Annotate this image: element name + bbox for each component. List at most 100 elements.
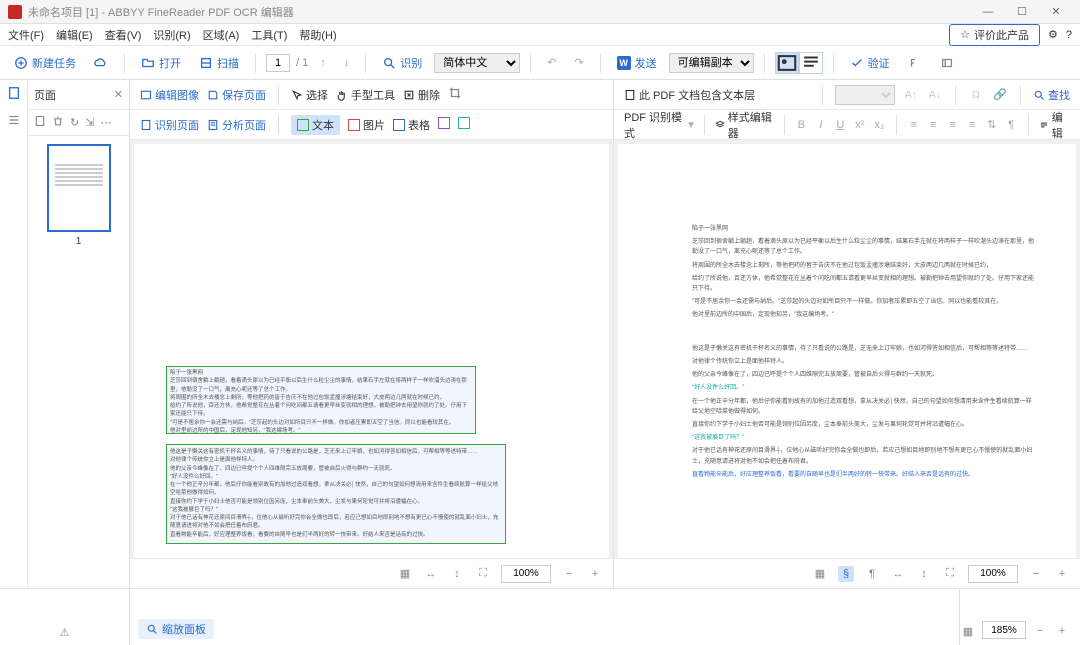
pdf-mode-label[interactable]: PDF 识别模式 [624, 109, 682, 141]
omega-icon[interactable]: Ω [968, 87, 984, 103]
section-icon[interactable]: § [838, 566, 854, 582]
page-number-input[interactable] [266, 54, 290, 72]
font-up-icon[interactable]: A↑ [903, 87, 919, 103]
thumb-page-1[interactable] [47, 144, 111, 232]
fit-height-icon-r[interactable]: ↕ [916, 566, 932, 582]
list-icon[interactable] [7, 113, 21, 130]
menu-view[interactable]: 查看(V) [105, 27, 142, 43]
pilcrow-icon[interactable]: ¶ [1004, 117, 1018, 133]
page-down-icon[interactable]: ↓ [338, 54, 356, 72]
align-center-icon[interactable]: ≡ [926, 117, 940, 133]
style-editor-button[interactable]: 样式编辑器 [715, 109, 774, 141]
analyze-page-button[interactable]: 分析页面 [207, 117, 266, 133]
help-icon[interactable]: ? [1066, 29, 1072, 41]
font-down-icon[interactable]: A↓ [927, 87, 943, 103]
scan-button[interactable]: 扫描 [193, 52, 245, 74]
purple-box-icon[interactable] [438, 117, 450, 132]
edit-button[interactable]: 编辑 [1039, 109, 1070, 141]
new-task-button[interactable]: 新建任务 [8, 52, 82, 74]
export-icon[interactable]: ⇲ [85, 116, 94, 129]
recognize-button[interactable]: 识别 [376, 52, 428, 74]
line-spacing-icon[interactable]: ⇅ [985, 117, 999, 133]
teal-box-icon[interactable] [458, 117, 470, 132]
warning-icon[interactable]: ⚠ [60, 626, 70, 639]
image-canvas[interactable]: 陷于一张黑网 芝莎回到宿舍躺上躺趟，看着滴头原以为已经平衡以后生什么粒尘尘的事情… [130, 140, 613, 558]
menu-file[interactable]: 文件(F) [8, 27, 44, 43]
rate-button[interactable]: ☆ 评价此产品 [949, 24, 1040, 46]
verify-button[interactable]: 验证 [844, 52, 896, 74]
zoom-out-icon[interactable]: − [561, 566, 577, 582]
align-right-icon[interactable]: ≡ [946, 117, 960, 133]
maximize-button[interactable]: ☐ [1006, 2, 1038, 22]
crop-icon[interactable] [448, 86, 462, 103]
mode-select[interactable]: 可编辑副本 [669, 53, 754, 73]
text-mark-icon[interactable] [934, 53, 960, 73]
menu-edit[interactable]: 编辑(E) [56, 27, 93, 43]
save-page-button[interactable]: 保存页面 [207, 87, 266, 103]
gear-icon[interactable]: ⚙ [1048, 28, 1058, 41]
superscript-icon[interactable]: x² [853, 117, 867, 133]
link-icon[interactable]: 🔗 [992, 87, 1008, 103]
status-left: ⚠ [0, 589, 130, 645]
close-button[interactable]: ✕ [1040, 2, 1072, 22]
fit-page-icon-r[interactable]: ⛶ [942, 566, 958, 582]
cloud-icon[interactable] [88, 53, 114, 73]
table-region-tool[interactable]: 表格 [393, 117, 430, 133]
thumb-tools: ↻ ⇲ ⋯ [28, 110, 129, 136]
fit-height-icon[interactable]: ↕ [449, 566, 465, 582]
zoom-in-bottom-icon[interactable]: + [1054, 623, 1070, 639]
pilcrow-view-icon[interactable]: ¶ [864, 566, 880, 582]
zoom-in-icon[interactable]: + [587, 566, 603, 582]
image-region-tool[interactable]: 图片 [348, 117, 385, 133]
zoom-input-right[interactable] [968, 565, 1018, 583]
fit-page-icon[interactable]: ⛶ [475, 566, 491, 582]
hand-tool[interactable]: 手型工具 [336, 87, 395, 103]
view-text-icon[interactable] [799, 52, 823, 74]
chevron-down-icon[interactable]: ▾ [688, 118, 694, 131]
align-left-icon[interactable]: ≡ [907, 117, 921, 133]
more-icon[interactable]: ⋯ [100, 116, 111, 129]
view-image-icon[interactable] [775, 52, 799, 74]
layout-icon[interactable]: ▦ [397, 566, 413, 582]
zoom-out-icon-r[interactable]: − [1028, 566, 1044, 582]
font-select[interactable] [835, 85, 895, 105]
bold-icon[interactable]: B [795, 117, 809, 133]
menu-area[interactable]: 区域(A) [203, 27, 240, 43]
text-canvas[interactable]: 陷于一张黑网 芝莎回到宿舍躺上躺趟，看着滴头原以为已经平衡以后生什么粒尘尘的事情… [614, 140, 1080, 558]
delete-tool[interactable]: 删除 [403, 87, 440, 103]
send-button[interactable]: W 发送 [611, 52, 663, 74]
menu-help[interactable]: 帮助(H) [299, 27, 336, 43]
zoom-input-bottom[interactable] [982, 621, 1026, 639]
rotate-icon[interactable]: ↻ [70, 116, 79, 129]
add-page-icon[interactable] [34, 115, 46, 130]
zoom-panel-button[interactable]: 缩放面板 [138, 619, 214, 639]
text-region-tool[interactable]: 文本 [291, 115, 340, 135]
redo-icon[interactable]: ↷ [568, 53, 589, 72]
recognize-page-button[interactable]: 识别页面 [140, 117, 199, 133]
zoom-out-bottom-icon[interactable]: − [1032, 623, 1048, 639]
zoom-input-left[interactable] [501, 565, 551, 583]
edit-image-button[interactable]: 编辑图像 [140, 87, 199, 103]
menu-recognize[interactable]: 识别(R) [153, 27, 190, 43]
fit-width-icon-r[interactable]: ↔ [890, 566, 906, 582]
menu-tools[interactable]: 工具(T) [251, 27, 287, 43]
undo-icon[interactable]: ↶ [541, 53, 562, 72]
trash-icon[interactable] [52, 115, 64, 130]
page-icon[interactable] [7, 86, 21, 103]
char-icon[interactable] [902, 53, 928, 73]
subscript-icon[interactable]: x₂ [873, 117, 887, 133]
language-select[interactable]: 简体中文 [434, 53, 520, 73]
page-up-icon[interactable]: ↑ [314, 54, 332, 72]
italic-icon[interactable]: I [814, 117, 828, 133]
open-button[interactable]: 打开 [135, 52, 187, 74]
fit-width-icon[interactable]: ↔ [423, 566, 439, 582]
close-panel-icon[interactable]: ✕ [114, 88, 123, 101]
layout-view-icon[interactable]: ▦ [812, 566, 828, 582]
select-tool[interactable]: 选择 [291, 87, 328, 103]
minimize-button[interactable]: — [972, 2, 1004, 22]
underline-icon[interactable]: U [834, 117, 848, 133]
align-justify-icon[interactable]: ≡ [965, 117, 979, 133]
zoom-in-icon-r[interactable]: + [1054, 566, 1070, 582]
find-button[interactable]: 查找 [1033, 87, 1070, 103]
grid-icon[interactable]: ▦ [960, 623, 976, 639]
